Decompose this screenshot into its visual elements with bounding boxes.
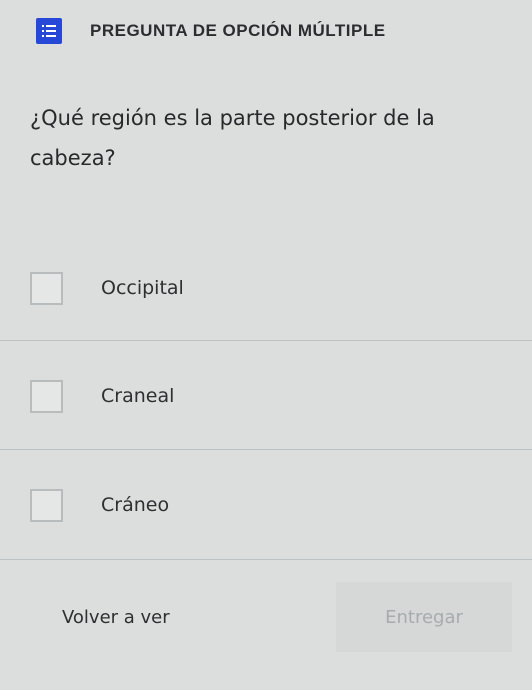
question-text: ¿Qué región es la parte posterior de la …	[30, 106, 435, 170]
option-label: Cráneo	[101, 494, 170, 516]
divider	[0, 559, 532, 560]
checkbox[interactable]	[30, 488, 63, 522]
checkbox[interactable]	[30, 379, 63, 413]
question-type-label: PREGUNTA DE OPCIÓN MÚLTIPLE	[90, 21, 386, 40]
option-label: Occipital	[101, 277, 184, 299]
option-craneo[interactable]: Cráneo	[0, 451, 532, 559]
review-later-link[interactable]: Volver a ver	[62, 607, 170, 628]
list-numbered-icon	[36, 18, 62, 44]
submit-button[interactable]: Entregar	[336, 582, 512, 652]
checkbox[interactable]	[30, 271, 63, 305]
question-type-header: PREGUNTA DE OPCIÓN MÚLTIPLE	[36, 18, 386, 44]
divider	[0, 449, 532, 450]
divider	[0, 340, 532, 341]
option-label: Craneal	[101, 385, 175, 407]
option-craneal[interactable]: Craneal	[0, 342, 532, 450]
option-occipital[interactable]: Occipital	[0, 234, 532, 342]
